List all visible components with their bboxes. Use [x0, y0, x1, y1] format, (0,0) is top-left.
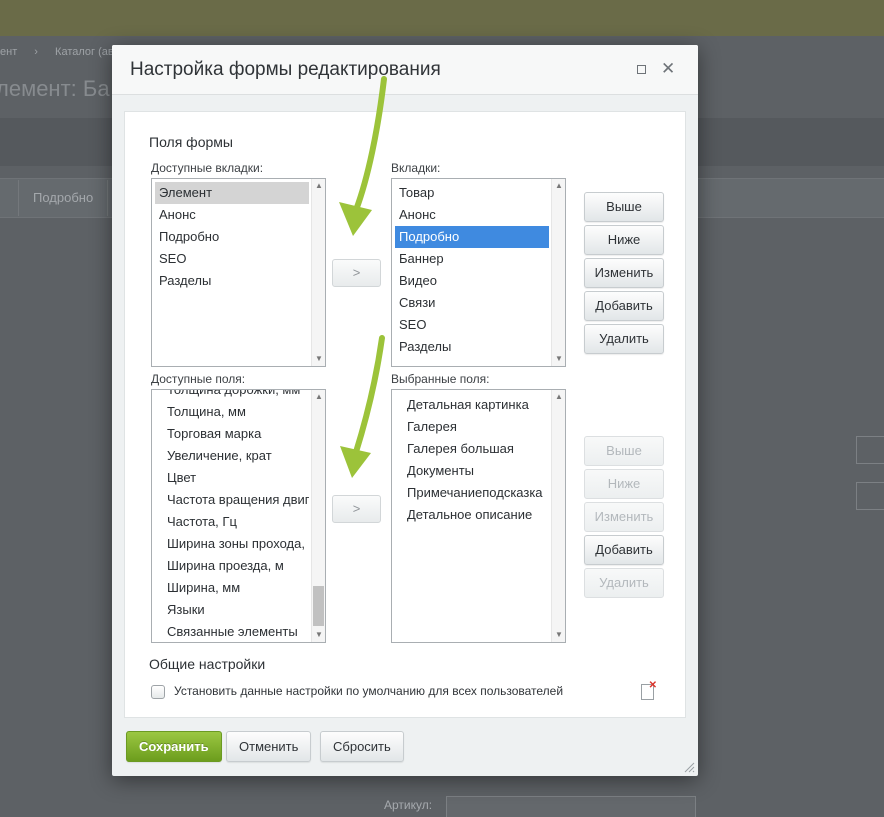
dialog-footer: Сохранить Отменить Сбросить — [112, 726, 698, 776]
list-item[interactable]: Анонс — [395, 204, 549, 226]
add-tab-button[interactable]: > — [332, 259, 381, 287]
form-fields-heading: Поля формы — [149, 134, 233, 150]
scroll-down-icon[interactable]: ▼ — [552, 352, 565, 366]
list-item-selected[interactable]: Подробно — [395, 226, 549, 248]
maximize-icon[interactable] — [637, 65, 646, 74]
list-item[interactable]: Документы — [395, 460, 549, 482]
tabs-list[interactable]: Товар Анонс Подробно Баннер Видео Связи … — [391, 178, 566, 367]
breadcrumb-separator: › — [34, 46, 38, 58]
selected-fields-label: Выбранные поля: — [391, 372, 490, 386]
list-item[interactable]: Толщина дорожки, мм — [155, 390, 309, 401]
tabs-items: Товар Анонс Подробно Баннер Видео Связи … — [395, 182, 549, 358]
default-settings-checkbox[interactable] — [151, 685, 165, 699]
form-settings-dialog: Настройка формы редактирования ✕ Поля фо… — [112, 45, 698, 776]
scroll-down-icon[interactable]: ▼ — [312, 628, 325, 642]
background-field[interactable] — [856, 436, 884, 464]
selected-fields-items: Детальная картинка Галерея Галерея больш… — [395, 394, 549, 526]
default-settings-label[interactable]: Установить данные настройки по умолчанию… — [174, 684, 563, 698]
dialog-header: Настройка формы редактирования ✕ — [112, 45, 698, 95]
general-settings-heading: Общие настройки — [149, 656, 266, 672]
scrollbar[interactable]: ▲ ▼ — [551, 390, 565, 642]
list-item[interactable]: Частота, Гц — [155, 511, 309, 533]
resize-grip-icon[interactable] — [683, 761, 695, 773]
scrollbar-thumb[interactable] — [313, 586, 324, 626]
field-up-button[interactable]: Выше — [584, 436, 664, 466]
tab-delete-button[interactable]: Удалить — [584, 324, 664, 354]
field-add-button[interactable]: Добавить — [584, 535, 664, 565]
field-down-button[interactable]: Ниже — [584, 469, 664, 499]
list-item[interactable]: Ширина проезда, м — [155, 555, 309, 577]
scroll-down-icon[interactable]: ▼ — [552, 628, 565, 642]
list-item[interactable]: SEO — [395, 314, 549, 336]
available-fields-list[interactable]: Толщина дорожки, мм Толщина, мм Торговая… — [151, 389, 326, 643]
list-item[interactable]: Ширина зоны прохода, м — [155, 533, 309, 555]
field-delete-button[interactable]: Удалить — [584, 568, 664, 598]
scroll-down-icon[interactable]: ▼ — [312, 352, 325, 366]
list-item[interactable]: Торговая марка — [155, 423, 309, 445]
available-tabs-list[interactable]: Элемент Анонс Подробно SEO Разделы ▲ ▼ — [151, 178, 326, 367]
scroll-up-icon[interactable]: ▲ — [552, 179, 565, 193]
dialog-title: Настройка формы редактирования — [130, 59, 441, 80]
article-label: Артикул: — [384, 798, 433, 812]
list-item[interactable]: Частота вращения двигателя — [155, 489, 309, 511]
page-title: лемент: Ба — [0, 76, 110, 101]
list-item[interactable]: Примечаниеподсказка — [395, 482, 549, 504]
list-item[interactable]: Цвет — [155, 467, 309, 489]
breadcrumb-item[interactable]: Каталог (авт — [55, 46, 118, 58]
list-item[interactable]: Галерея — [395, 416, 549, 438]
close-icon[interactable]: ✕ — [661, 59, 675, 79]
scroll-up-icon[interactable]: ▲ — [312, 179, 325, 193]
list-item[interactable]: Языки — [155, 599, 309, 621]
tab-down-button[interactable]: Ниже — [584, 225, 664, 255]
list-item[interactable]: Детальная картинка — [395, 394, 549, 416]
available-fields-items: Толщина дорожки, мм Толщина, мм Торговая… — [155, 390, 309, 642]
list-item[interactable]: Связанные элементы — [155, 621, 309, 642]
list-item[interactable]: Товар — [395, 182, 549, 204]
list-item[interactable]: Связи — [395, 292, 549, 314]
list-item[interactable]: Галерея большая — [395, 438, 549, 460]
tab-edit-button[interactable]: Изменить — [584, 258, 664, 288]
dialog-content: Поля формы Доступные вкладки: Элемент Ан… — [124, 111, 686, 718]
scroll-up-icon[interactable]: ▲ — [552, 390, 565, 404]
list-item[interactable]: Видео — [395, 270, 549, 292]
available-tabs-label: Доступные вкладки: — [151, 161, 264, 175]
list-item[interactable]: Подробно — [155, 226, 309, 248]
list-item[interactable]: Баннер — [395, 248, 549, 270]
breadcrumb-item[interactable]: ент — [0, 46, 17, 58]
tab-add-button[interactable]: Добавить — [584, 291, 664, 321]
field-edit-button[interactable]: Изменить — [584, 502, 664, 532]
scrollbar[interactable]: ▲ ▼ — [311, 390, 325, 642]
tab-details[interactable]: Подробно — [18, 180, 109, 216]
list-item[interactable]: Детальное описание — [395, 504, 549, 526]
selected-fields-list[interactable]: Детальная картинка Галерея Галерея больш… — [391, 389, 566, 643]
cancel-button[interactable]: Отменить — [226, 731, 312, 762]
tabs-label: Вкладки: — [391, 161, 441, 175]
available-tabs-items: Элемент Анонс Подробно SEO Разделы — [155, 182, 309, 292]
list-item[interactable]: SEO — [155, 248, 309, 270]
add-field-button[interactable]: > — [332, 495, 381, 523]
list-item[interactable]: Ширина, мм — [155, 577, 309, 599]
delete-settings-icon[interactable]: ✕ — [641, 681, 657, 700]
tab-up-button[interactable]: Выше — [584, 192, 664, 222]
list-item[interactable]: Разделы — [155, 270, 309, 292]
save-button[interactable]: Сохранить — [126, 731, 222, 762]
list-item[interactable]: Толщина, мм — [155, 401, 309, 423]
list-item[interactable]: Анонс — [155, 204, 309, 226]
list-item[interactable]: Элемент — [155, 182, 309, 204]
background-field[interactable] — [856, 482, 884, 510]
reset-button[interactable]: Сбросить — [320, 731, 404, 762]
scrollbar[interactable]: ▲ ▼ — [551, 179, 565, 366]
available-fields-label: Доступные поля: — [151, 372, 246, 386]
top-bar — [0, 0, 884, 36]
article-input[interactable] — [446, 796, 696, 817]
list-item[interactable]: Увеличение, крат — [155, 445, 309, 467]
list-item[interactable]: Разделы — [395, 336, 549, 358]
scroll-up-icon[interactable]: ▲ — [312, 390, 325, 404]
scrollbar[interactable]: ▲ ▼ — [311, 179, 325, 366]
